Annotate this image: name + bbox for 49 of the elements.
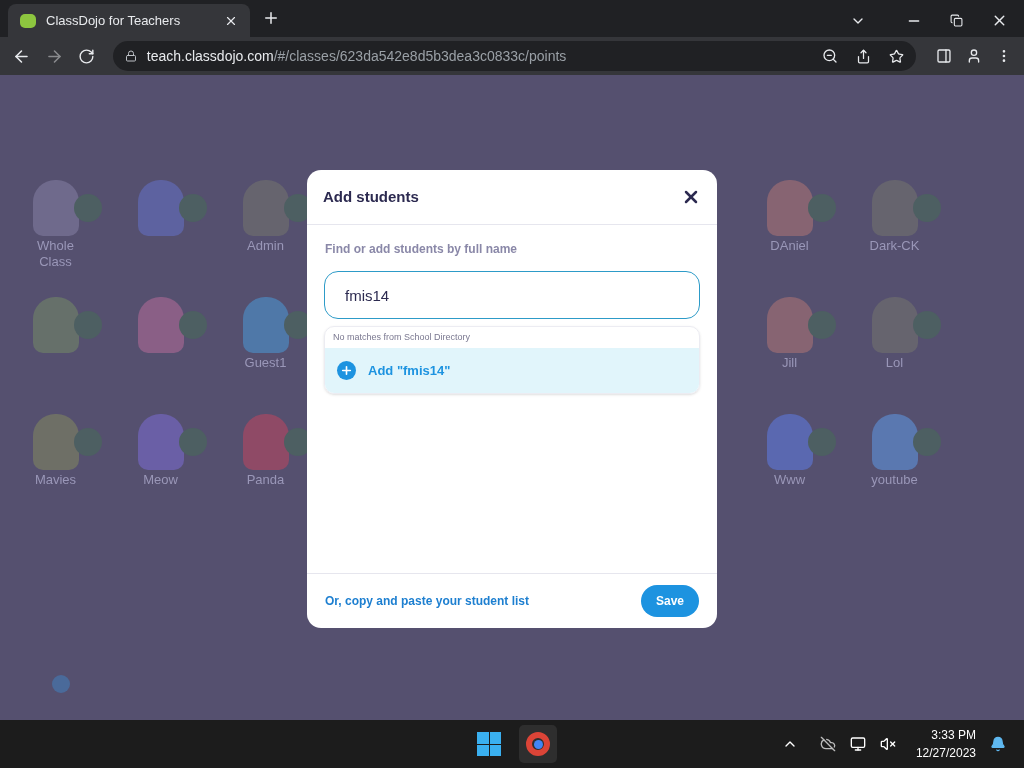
student-name: Meow (143, 472, 178, 488)
dropdown-note: No matches from School Directory (332, 330, 472, 344)
points-badge (808, 311, 836, 339)
share-icon[interactable] (856, 48, 872, 64)
clock-time[interactable]: 3:33 PM (931, 726, 976, 744)
student-name: DAniel (770, 238, 809, 254)
points-badge (808, 428, 836, 456)
student-name: Admin (247, 238, 284, 254)
student-name: Www (773, 472, 805, 488)
clock-date[interactable]: 12/27/2023 (915, 744, 976, 762)
bookmark-icon[interactable] (889, 48, 905, 64)
student-name: Panda (246, 472, 285, 488)
modal-title: Add students (323, 186, 420, 207)
muted-speaker-icon[interactable] (879, 736, 896, 752)
points-badge (74, 428, 102, 456)
side-panel-icon[interactable] (936, 48, 953, 64)
points-badge (74, 194, 102, 222)
tab-title: ClassDojo for Teachers (46, 11, 182, 30)
student-name: Mavies (34, 472, 77, 488)
logo-icon (20, 13, 36, 28)
points-badge (74, 311, 102, 339)
browser-tab[interactable]: ClassDojo for Teachers (8, 4, 250, 37)
paste-list-link[interactable]: Or, copy and paste your student list (325, 592, 641, 610)
field-label: Find or add students by full name (325, 241, 518, 258)
points-badge (913, 311, 941, 339)
new-tab-icon[interactable] (262, 9, 280, 27)
name-input-field[interactable]: fmis14 (324, 271, 700, 319)
zoom-out-icon[interactable] (822, 48, 839, 64)
points-badge (913, 428, 941, 456)
windows-start-icon[interactable] (477, 732, 501, 756)
url-text: teach.classdojo.com/#/classes/623da542e8d5b3dea3c0833c/points (146, 46, 568, 66)
points-badge (913, 194, 941, 222)
student-name: Dark-CK (869, 238, 920, 254)
student-name: Jill (781, 355, 798, 371)
cloud-off-icon[interactable] (819, 736, 836, 752)
plus-icon (337, 361, 356, 380)
student-name: Lol (885, 355, 904, 371)
student-name: youtube (871, 472, 918, 488)
restore-icon[interactable] (950, 14, 963, 27)
points-badge (179, 428, 207, 456)
student-name: Whole Class (37, 238, 74, 270)
lock-icon (124, 50, 137, 62)
points-badge (179, 194, 207, 222)
notification-bell-icon[interactable] (990, 736, 1006, 752)
points-badge (179, 311, 207, 339)
points-badge (808, 194, 836, 222)
student-name: Guest1 (244, 355, 287, 371)
reload-icon[interactable] (77, 47, 95, 65)
address-bar[interactable]: teach.classdojo.com/#/classes/623da542e8d5b3dea3c0833c/points (112, 41, 917, 71)
